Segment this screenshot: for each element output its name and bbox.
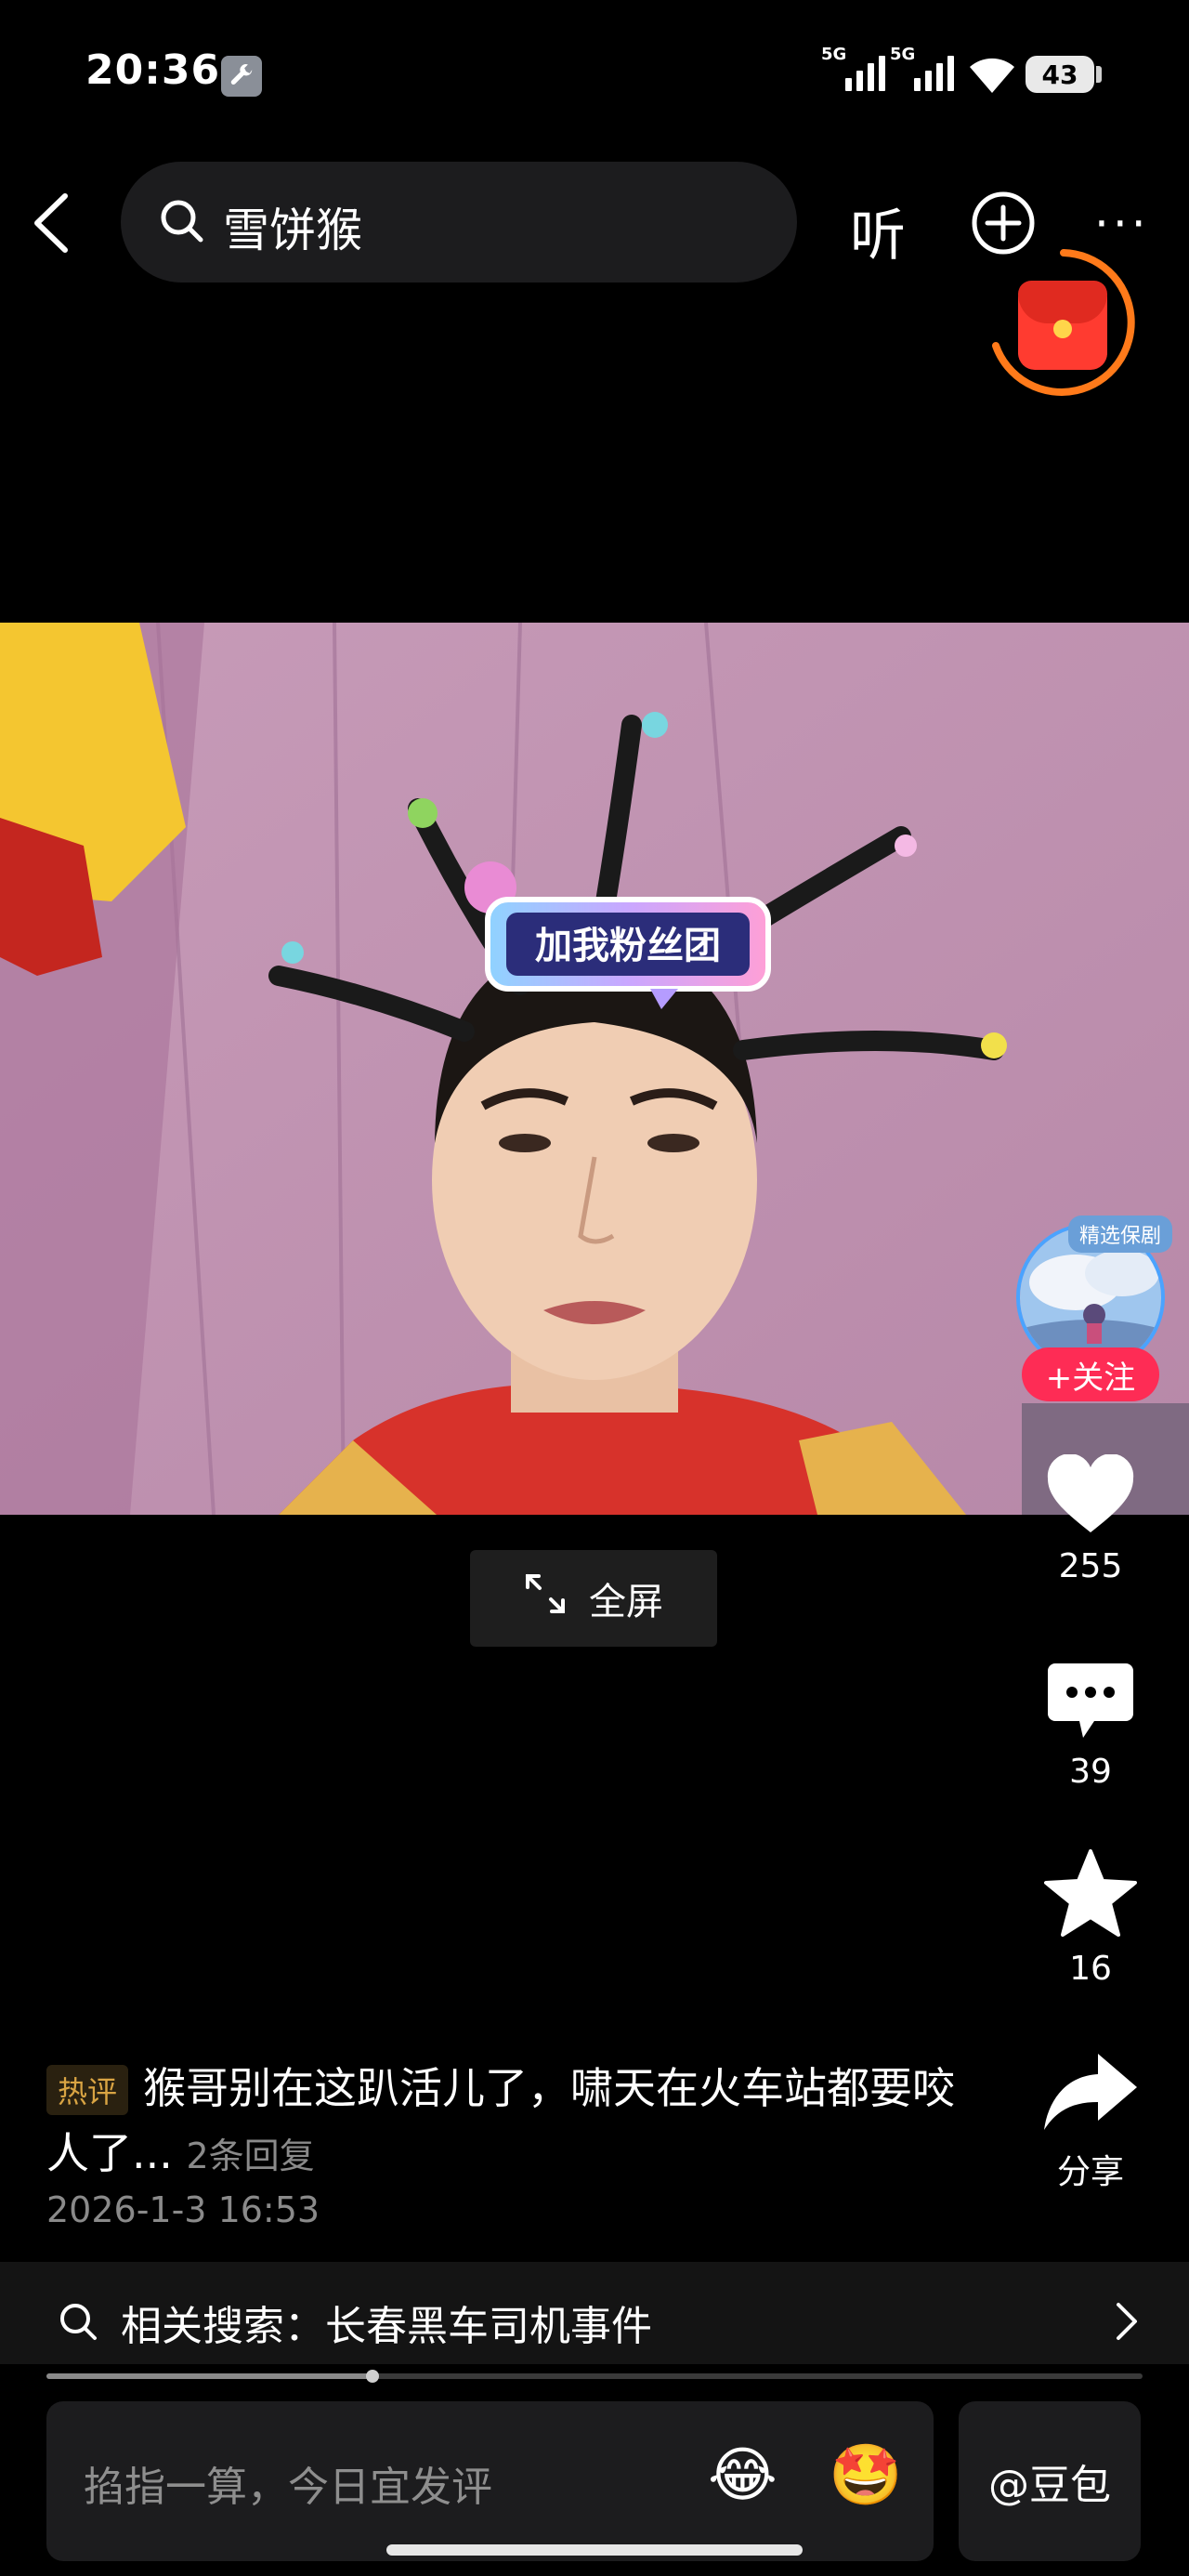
status-time: 20:36 xyxy=(85,46,221,94)
red-packet-seal xyxy=(1053,320,1072,338)
video-player[interactable]: 加我粉丝团 xyxy=(0,623,1189,1515)
star-eyes-emoji-button[interactable]: 🤩 xyxy=(829,2446,903,2505)
like-count: 255 xyxy=(1058,1547,1123,1585)
hot-comment[interactable]: 猴哥别在这趴活儿了，啸天在火车站都要咬人了... 2条回复 xyxy=(46,2056,975,2188)
share-label: 分享 xyxy=(1056,2153,1124,2191)
search-icon xyxy=(58,2301,98,2346)
fullscreen-button[interactable]: 全屏 xyxy=(470,1550,717,1647)
heart-icon xyxy=(1047,1453,1134,1532)
video-sticker-text: 加我粉丝团 xyxy=(535,925,721,967)
reply-count-link[interactable]: 2条回复 xyxy=(187,2136,315,2176)
fullscreen-icon xyxy=(524,1572,567,1624)
share-button[interactable]: 分享 xyxy=(1026,2050,1156,2193)
signal-icon: 5G xyxy=(821,45,885,91)
share-icon xyxy=(1044,2054,1137,2130)
back-button[interactable] xyxy=(28,191,74,256)
author-badge: 精选保剧 xyxy=(1068,1216,1173,1253)
star-icon xyxy=(1044,1849,1137,1937)
comment-date: 2026-1-3 16:53 xyxy=(46,2189,320,2230)
favorite-button[interactable]: 16 xyxy=(1026,1849,1156,1988)
related-search-label: 相关搜索：长春黑车司机事件 xyxy=(121,2303,652,2350)
signal-icon-2: 5G xyxy=(890,45,954,91)
comment-input-placeholder: 掐指一算，今日宜发评 xyxy=(84,2464,492,2511)
favorite-count: 16 xyxy=(1069,1950,1112,1988)
battery-cap xyxy=(1096,66,1102,83)
red-packet-flap xyxy=(1018,281,1107,323)
video-progress-fill xyxy=(46,2373,372,2379)
laughing-emoji-button[interactable]: 😂 xyxy=(708,2446,777,2505)
comment-icon xyxy=(1048,1663,1133,1738)
wifi-icon xyxy=(966,54,1018,99)
hot-comment-text: 猴哥别在这趴活儿了，啸天在火车站都要咬人了... xyxy=(46,2063,955,2178)
listen-button[interactable]: 听 xyxy=(850,191,906,271)
follow-button[interactable]: +关注 xyxy=(1022,1347,1159,1401)
wrench-icon xyxy=(221,56,262,97)
doubao-button[interactable]: @豆包 xyxy=(959,2401,1141,2561)
battery-indicator: 43 xyxy=(1026,56,1094,93)
hot-comment-tag: 热评 xyxy=(46,2065,129,2115)
fullscreen-label: 全屏 xyxy=(589,1581,663,1623)
video-progress-handle[interactable] xyxy=(366,2370,379,2383)
chevron-right-icon xyxy=(1111,2301,1141,2346)
search-icon xyxy=(158,197,206,245)
comment-button[interactable]: 39 xyxy=(1026,1662,1156,1791)
home-indicator[interactable] xyxy=(386,2544,803,2556)
comment-count: 39 xyxy=(1069,1753,1112,1791)
like-button[interactable]: 255 xyxy=(1026,1453,1156,1585)
search-query[interactable]: 雪饼猴 xyxy=(223,193,362,260)
